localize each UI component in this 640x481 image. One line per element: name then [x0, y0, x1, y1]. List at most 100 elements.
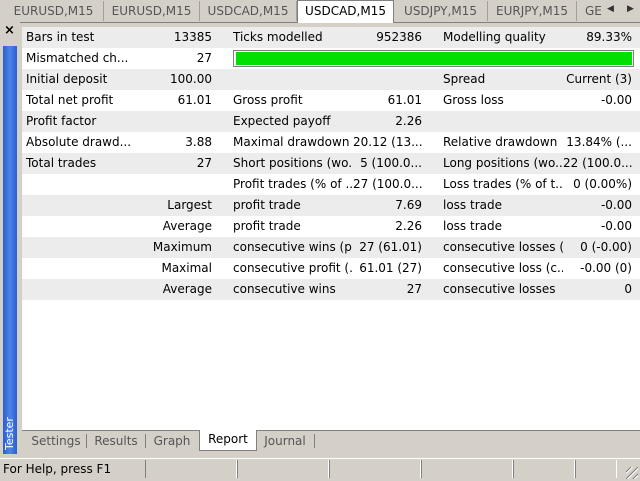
tab-ge-truncated[interactable]: GE — [577, 1, 605, 21]
tab-results[interactable]: Results — [90, 432, 142, 450]
tab-eurusd-m15-2[interactable]: EURUSD,M15 — [104, 1, 200, 21]
avg-consec-wins-value: 27 — [406, 282, 422, 296]
report-table: Bars in test 13385 Ticks modelled 952386… — [22, 27, 640, 430]
table-row: Bars in test 13385 Ticks modelled 952386… — [22, 27, 640, 48]
mismatched-value: 27 — [196, 51, 212, 65]
status-segment — [513, 460, 575, 478]
status-bar: For Help, press F1 — [0, 458, 640, 481]
average-profit-label: profit trade — [233, 219, 301, 233]
rel-drawdown-label: Relative drawdown — [443, 135, 558, 149]
tab-usdjpy-m15[interactable]: USDJPY,M15 — [394, 1, 488, 21]
largest-label: Largest — [167, 198, 212, 212]
tab-scroll-left-icon[interactable]: ◀ — [607, 4, 614, 14]
tab-scroll-right-icon[interactable]: ▶ — [627, 4, 634, 14]
max-consec-wins-label: consecutive wins (p... — [233, 240, 353, 254]
average-loss-value: -0.00 — [600, 219, 632, 233]
table-row: Profit factor Expected payoff 2.26 — [22, 111, 640, 132]
bars-label: Bars in test — [26, 30, 95, 44]
status-segment — [237, 460, 329, 478]
status-segment — [421, 460, 513, 478]
maximal-label: Maximal — [161, 261, 212, 275]
largest-profit-value: 7.69 — [395, 198, 422, 212]
abs-drawdown-value: 3.88 — [185, 135, 212, 149]
gross-profit-label: Gross profit — [233, 93, 303, 107]
quality-value: 89.33% — [586, 30, 632, 44]
long-positions-value: 22 (100.0... — [563, 156, 632, 170]
max-consec-losses-value: 0 (-0.00) — [580, 240, 632, 254]
gross-loss-label: Gross loss — [443, 93, 504, 107]
short-positions-label: Short positions (wo... — [233, 156, 353, 170]
spread-value: Current (3) — [566, 72, 632, 86]
gross-loss-value: -0.00 — [600, 93, 632, 107]
resize-grip-icon[interactable] — [626, 467, 638, 479]
table-row: Total trades 27 Short positions (wo... 5… — [22, 153, 640, 174]
status-segment — [329, 460, 421, 478]
tab-journal[interactable]: Journal — [258, 432, 312, 450]
net-profit-label: Total net profit — [26, 93, 114, 107]
loss-trades-label: Loss trades (% of t... — [443, 177, 563, 191]
tab-separator — [145, 434, 146, 448]
tab-report[interactable]: Report — [199, 430, 257, 451]
ticks-label: Ticks modelled — [233, 30, 323, 44]
table-row: Total net profit 61.01 Gross profit 61.0… — [22, 90, 640, 111]
max-drawdown-value: 20.12 (13... — [353, 135, 422, 149]
avg-consec-wins-label: consecutive wins — [233, 282, 336, 296]
maximum-label: Maximum — [152, 240, 212, 254]
deposit-value: 100.00 — [170, 72, 212, 86]
status-segment — [145, 460, 237, 478]
profit-trades-label: Profit trades (% of ... — [233, 177, 353, 191]
tab-separator — [314, 434, 315, 448]
tester-side-panel: × Tester — [0, 22, 20, 458]
max-consec-wins-value: 27 (61.01) — [359, 240, 422, 254]
tester-label: Tester — [3, 417, 16, 450]
deposit-label: Initial deposit — [26, 72, 108, 86]
maximal-consec-profit-value: 61.01 (27) — [359, 261, 422, 275]
status-segment — [575, 460, 617, 478]
table-row: Absolute drawd... 3.88 Maximal drawdown … — [22, 132, 640, 153]
table-row: Maximum consecutive wins (p... 27 (61.01… — [22, 237, 640, 258]
maximal-consec-loss-label: consecutive loss (c... — [443, 261, 563, 275]
average-loss-label: loss trade — [443, 219, 502, 233]
profit-factor-value — [162, 111, 212, 132]
tab-separator — [86, 434, 87, 448]
gross-profit-value: 61.01 — [387, 93, 422, 107]
ticks-value: 952386 — [376, 30, 422, 44]
tester-tab-bar: Settings Results Graph Report Journal — [22, 430, 640, 451]
tab-usdcad-m15-active[interactable]: USDCAD,M15 — [297, 0, 394, 23]
tab-eurusd-m15-1[interactable]: EURUSD,M15 — [4, 1, 104, 21]
rel-drawdown-value: 13.84% (... — [566, 135, 632, 149]
loss-trades-value: 0 (0.00%) — [573, 177, 632, 191]
max-consec-losses-label: consecutive losses (... — [443, 240, 563, 254]
tab-graph[interactable]: Graph — [150, 432, 194, 450]
profit-trades-value: 27 (100.0... — [353, 177, 422, 191]
max-drawdown-label: Maximal drawdown — [233, 135, 350, 149]
avg-consec-losses-value: 0 — [624, 282, 632, 296]
table-row: Average profit trade 2.26 loss trade -0.… — [22, 216, 640, 237]
table-row: Mismatched ch... 27 — [22, 48, 640, 69]
largest-loss-value: -0.00 — [600, 198, 632, 212]
modelling-progress-bar — [233, 50, 634, 67]
tester-title-bar: Tester — [3, 46, 17, 454]
chart-tab-bar: EURUSD,M15 EURUSD,M15 USDCAD,M15 USDCAD,… — [0, 0, 640, 23]
tab-eurjpy-m15[interactable]: EURJPY,M15 — [488, 1, 577, 21]
bars-value: 13385 — [173, 30, 212, 44]
modelling-progress-fill — [236, 52, 632, 65]
tab-usdcad-m15-1[interactable]: USDCAD,M15 — [200, 1, 297, 21]
average-profit-value: 2.26 — [395, 219, 422, 233]
largest-loss-label: loss trade — [443, 198, 502, 212]
abs-drawdown-label: Absolute drawd... — [26, 135, 132, 149]
maximal-consec-profit-label: consecutive profit (... — [233, 261, 353, 275]
quality-label: Modelling quality — [443, 30, 546, 44]
table-row: Largest profit trade 7.69 loss trade -0.… — [22, 195, 640, 216]
short-positions-value: 5 (100.0... — [360, 156, 422, 170]
total-trades-label: Total trades — [26, 156, 97, 170]
avg-consec-losses-label: consecutive losses — [443, 282, 556, 296]
average2-label: Average — [162, 282, 212, 296]
close-icon[interactable]: × — [4, 24, 15, 38]
mismatched-label: Mismatched ch... — [26, 51, 129, 65]
profit-factor-label: Profit factor — [26, 114, 97, 128]
expected-payoff-value: 2.26 — [395, 114, 422, 128]
tab-settings[interactable]: Settings — [28, 432, 84, 450]
total-trades-value: 27 — [196, 156, 212, 170]
average-label: Average — [162, 219, 212, 233]
